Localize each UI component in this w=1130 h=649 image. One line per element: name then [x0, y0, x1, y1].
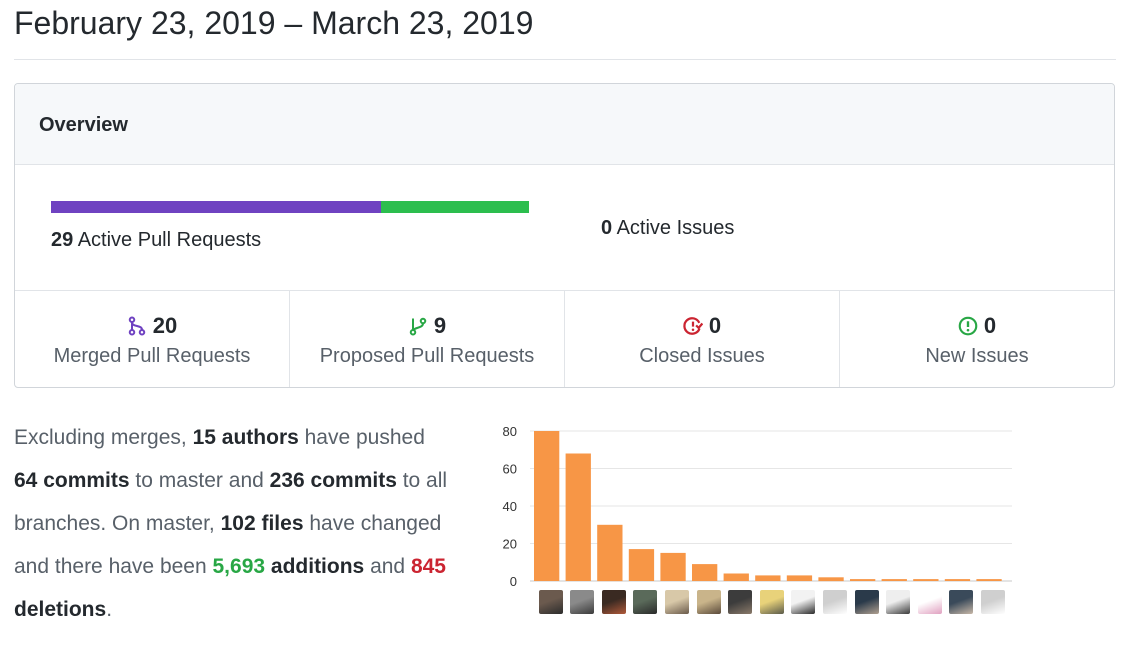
authors-count: 15 authors: [192, 426, 299, 449]
overview-stats: 20 Merged Pull Requests 9 Proposed Pull …: [15, 291, 1114, 387]
contributors-pulse-page: February 23, 2019 – March 23, 2019 Overv…: [0, 0, 1130, 649]
y-tick-label: 20: [503, 537, 517, 552]
pull-request-progress-bar[interactable]: [51, 201, 529, 213]
author-avatar[interactable]: [665, 590, 689, 614]
new-issues-label: New Issues: [925, 345, 1029, 367]
y-tick-label: 0: [510, 574, 517, 589]
new-issues-count: 0: [983, 313, 997, 338]
closed-issues-count: 0: [708, 313, 722, 338]
proposed-pull-requests-label: Proposed Pull Requests: [319, 345, 535, 367]
overview-panel: Overview 29 Active Pull Requests 0 Activ…: [14, 83, 1115, 388]
author-avatar[interactable]: [791, 590, 816, 614]
author-avatar[interactable]: [728, 590, 753, 614]
commit-bar[interactable]: [534, 431, 560, 581]
author-avatar[interactable]: [633, 590, 658, 614]
merged-pull-requests-label: Merged Pull Requests: [53, 345, 251, 367]
summary-text: to master and: [129, 469, 270, 492]
active-pull-requests-link[interactable]: 29 Active Pull Requests: [51, 229, 261, 252]
active-issues-label: Active Issues: [616, 217, 735, 239]
commits-by-author-chart: 0 20 40 60 80: [503, 424, 1012, 589]
commit-summary: Excluding merges, 15 authors have pushed…: [14, 416, 454, 631]
overview-summary: 29 Active Pull Requests 0 Active Issues: [15, 165, 1114, 291]
overview-header: Overview: [15, 84, 1114, 165]
commit-bar[interactable]: [755, 575, 781, 581]
active-pull-requests-label: Active Pull Requests: [77, 229, 262, 251]
proposed-pr-icon: [409, 317, 427, 336]
merged-segment: [51, 201, 381, 213]
author-avatar[interactable]: [601, 590, 626, 614]
proposed-pull-requests-count: 9: [433, 313, 447, 338]
y-tick-label: 40: [503, 499, 517, 514]
active-issues-link[interactable]: 0 Active Issues: [601, 217, 734, 240]
y-tick-label: 60: [503, 462, 517, 477]
closed-issues-label: Closed Issues: [639, 345, 765, 367]
additions-count: 5,693: [212, 555, 266, 578]
stat-merged-pull-requests[interactable]: 20 Merged Pull Requests: [15, 291, 290, 387]
author-avatar[interactable]: [759, 590, 784, 614]
commit-bar[interactable]: [913, 579, 939, 581]
commit-bar[interactable]: [597, 524, 623, 582]
commit-bar[interactable]: [944, 579, 971, 581]
commit-bar[interactable]: [723, 573, 749, 582]
proposed-segment: [380, 201, 529, 213]
author-avatar-row: [534, 590, 1014, 616]
summary-text: and: [364, 555, 411, 578]
merged-pr-icon: [128, 316, 145, 336]
author-avatar[interactable]: [823, 590, 847, 614]
author-avatar[interactable]: [917, 590, 942, 614]
author-avatar[interactable]: [886, 590, 911, 614]
title-divider: [14, 59, 1116, 60]
deletions-label: deletions: [14, 598, 107, 621]
commit-bar[interactable]: [976, 579, 1002, 581]
author-avatar[interactable]: [570, 590, 595, 614]
author-avatar[interactable]: [949, 590, 974, 614]
commit-bar[interactable]: [628, 549, 655, 581]
author-avatar[interactable]: [696, 590, 721, 614]
author-avatar[interactable]: [981, 590, 1005, 614]
commit-bar[interactable]: [660, 552, 686, 581]
stat-closed-issues[interactable]: 0 Closed Issues: [565, 291, 840, 387]
overview-heading: Overview: [39, 114, 128, 136]
commit-bar[interactable]: [786, 575, 813, 581]
files-changed-count: 102 files: [220, 512, 304, 535]
summary-text: have pushed: [298, 426, 425, 449]
author-avatar[interactable]: [538, 590, 563, 614]
new-issue-icon: [958, 316, 978, 336]
deletions-count: 845: [410, 555, 446, 578]
summary-text: Excluding merges,: [14, 426, 193, 449]
commit-bar[interactable]: [565, 453, 591, 582]
summary-text: .: [106, 598, 113, 621]
commit-bar[interactable]: [850, 579, 876, 581]
stat-proposed-pull-requests[interactable]: 9 Proposed Pull Requests: [290, 291, 565, 387]
commit-bar[interactable]: [818, 577, 844, 582]
y-tick-label: 80: [503, 424, 517, 439]
author-avatar[interactable]: [854, 590, 879, 614]
commit-bar[interactable]: [692, 564, 718, 581]
commit-bar[interactable]: [881, 579, 907, 581]
merged-pull-requests-count: 20: [152, 313, 178, 338]
active-issues-count: 0: [601, 217, 613, 239]
closed-issue-icon: [683, 317, 703, 335]
master-commits-count: 64 commits: [14, 469, 130, 492]
all-branches-commits-count: 236 commits: [269, 469, 397, 492]
page-title: February 23, 2019 – March 23, 2019: [14, 5, 534, 41]
stat-new-issues[interactable]: 0 New Issues: [840, 291, 1114, 387]
additions-label: additions: [265, 555, 365, 578]
active-pull-requests-count: 29: [51, 229, 74, 251]
